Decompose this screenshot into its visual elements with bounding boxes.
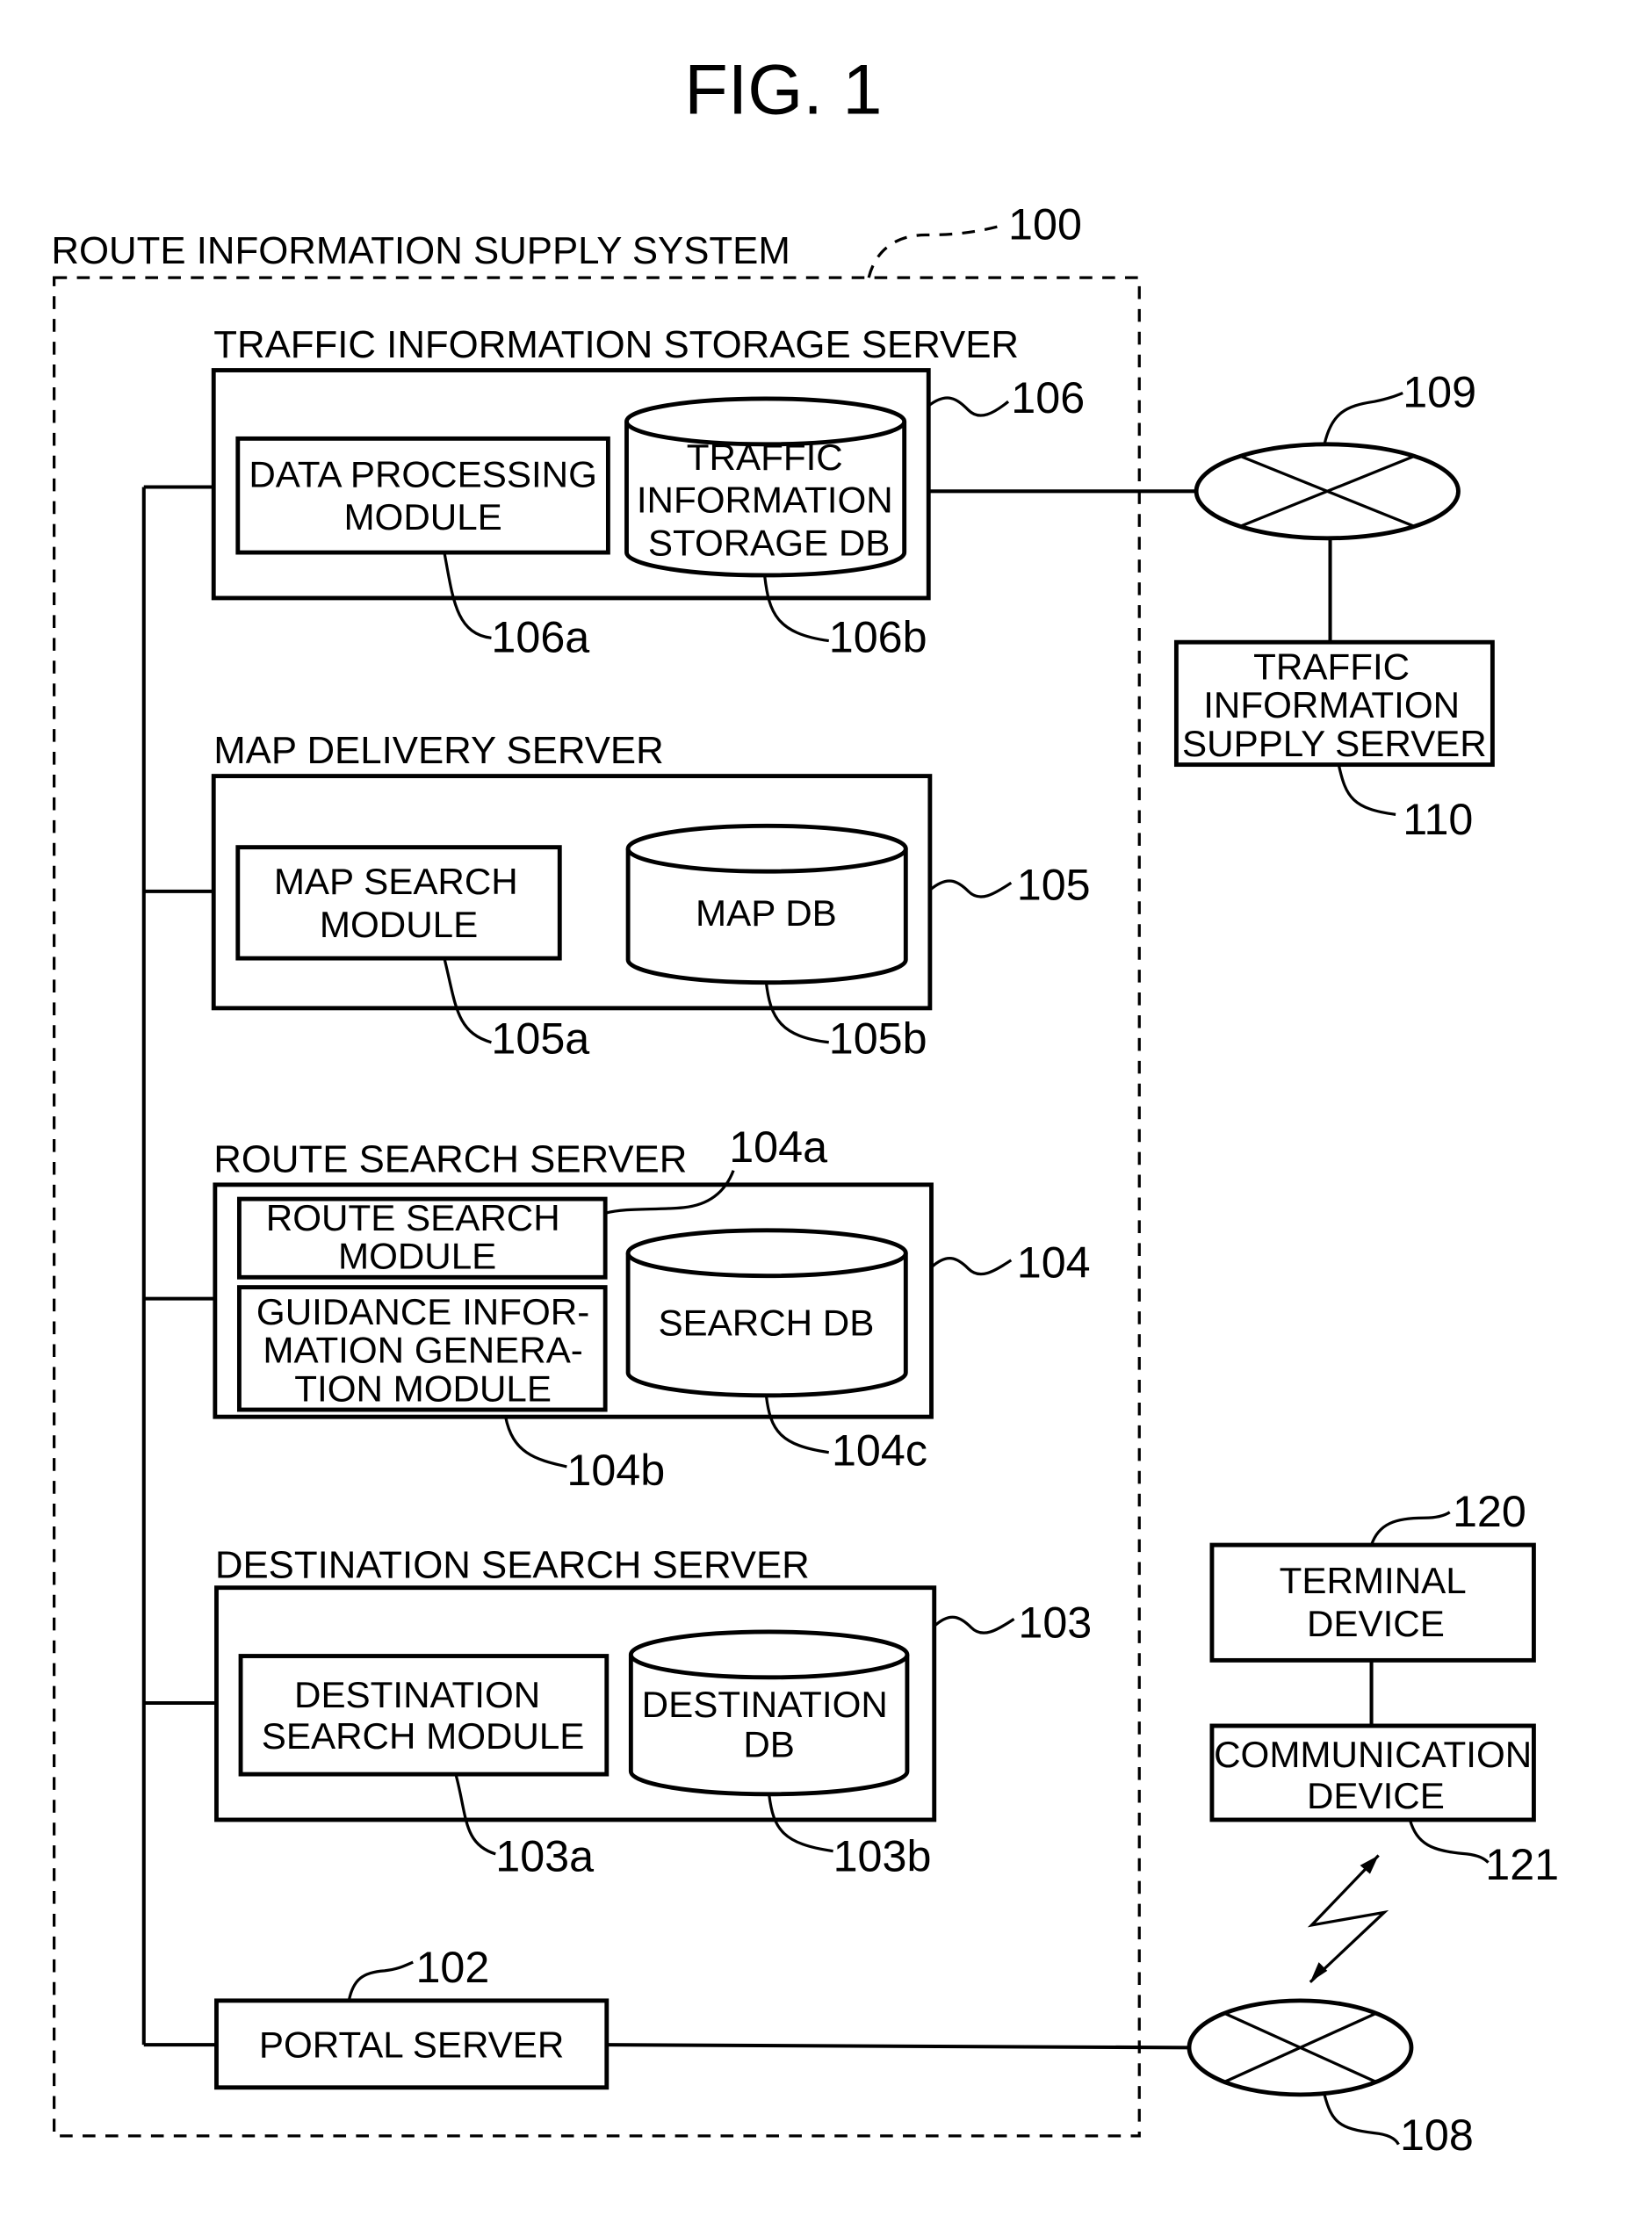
portal-ref: 102 [415, 1943, 489, 1992]
module-ref: 106a [491, 613, 589, 662]
module-ref: 105a [491, 1014, 589, 1064]
network-109: 109 [1194, 368, 1476, 541]
network-108: 108 [1187, 1998, 1474, 2160]
system-ref-leader [867, 223, 1005, 278]
map-db-cylinder: MAP DB [625, 823, 908, 985]
supply-server-ref: 110 [1403, 795, 1473, 844]
svg-text:SEARCH MODULE: SEARCH MODULE [262, 1715, 585, 1757]
traffic-information-storage-db-cylinder: TRAFFIC INFORMATION STORAGE DB [624, 396, 907, 578]
internal-bus [141, 485, 217, 2047]
link-102-108 [606, 2043, 1190, 2050]
server-label: ROUTE SEARCH SERVER [213, 1137, 687, 1180]
svg-text:MATION GENERA-: MATION GENERA- [263, 1330, 582, 1371]
server-ref: 106 [1011, 373, 1085, 422]
svg-text:SUPPLY SERVER: SUPPLY SERVER [1182, 723, 1487, 764]
svg-text:STORAGE DB: STORAGE DB [648, 522, 891, 563]
route-search-server: ROUTE SEARCH SERVER 104a 104 ROUTE SEARC… [213, 1122, 1091, 1495]
svg-text:MODULE: MODULE [343, 496, 501, 538]
svg-text:TRAFFIC: TRAFFIC [687, 437, 843, 478]
system-label: ROUTE INFORMATION SUPPLY SYSTEM [51, 229, 790, 272]
server-ref: 103 [1018, 1598, 1092, 1647]
server-label: DESTINATION SEARCH SERVER [215, 1543, 810, 1586]
svg-text:INFORMATION: INFORMATION [1203, 684, 1460, 725]
svg-text:INFORMATION: INFORMATION [637, 480, 893, 521]
svg-text:MODULE: MODULE [320, 904, 478, 945]
svg-text:ROUTE SEARCH: ROUTE SEARCH [266, 1197, 560, 1238]
svg-text:TRAFFIC: TRAFFIC [1253, 646, 1410, 687]
server-ref: 105 [1017, 861, 1091, 910]
svg-text:MAP SEARCH: MAP SEARCH [274, 861, 518, 902]
svg-text:SEARCH DB: SEARCH DB [658, 1303, 874, 1344]
server-ref: 104 [1017, 1238, 1091, 1287]
svg-text:MODULE: MODULE [338, 1236, 496, 1277]
search-db-cylinder: SEARCH DB [625, 1228, 908, 1398]
svg-text:DESTINATION: DESTINATION [642, 1684, 888, 1725]
svg-text:DATA PROCESSING: DATA PROCESSING [249, 453, 597, 494]
terminal-device: 120 TERMINAL DEVICE [1209, 1487, 1536, 1663]
svg-text:DB: DB [743, 1724, 795, 1765]
server-label: TRAFFIC INFORMATION STORAGE SERVER [213, 323, 1019, 366]
svg-text:DESTINATION: DESTINATION [294, 1674, 540, 1715]
module-ref: 103a [495, 1831, 594, 1880]
network-ref: 108 [1400, 2111, 1474, 2160]
fig1-diagram: FIG. 1 ROUTE INFORMATION SUPPLY SYSTEM 1… [51, 51, 1559, 2160]
terminal-ref: 120 [1453, 1487, 1526, 1536]
traffic-information-supply-server: TRAFFIC INFORMATION SUPPLY SERVER 110 [1173, 639, 1495, 844]
server-label: MAP DELIVERY SERVER [213, 729, 663, 772]
system-ref: 100 [1008, 199, 1082, 249]
destination-db-cylinder: DESTINATION DB [628, 1629, 910, 1797]
svg-text:DEVICE: DEVICE [1307, 1603, 1445, 1644]
portal-label: PORTAL SERVER [259, 2024, 564, 2066]
svg-text:MAP DB: MAP DB [696, 892, 837, 934]
db-ref: 106b [829, 613, 927, 662]
db-ref: 105b [829, 1014, 927, 1064]
destination-search-server: DESTINATION SEARCH SERVER 103 DESTINATIO… [214, 1543, 1092, 1880]
network-ref: 109 [1403, 368, 1476, 417]
figure-title: FIG. 1 [684, 51, 882, 130]
db-ref: 103b [833, 1831, 932, 1880]
svg-text:TION MODULE: TION MODULE [294, 1367, 552, 1409]
db-ref: 104c [832, 1425, 927, 1475]
communication-device: COMMUNICATION DEVICE 121 [1209, 1723, 1559, 1889]
svg-text:COMMUNICATION: COMMUNICATION [1214, 1734, 1532, 1775]
wireless-link-icon [1307, 1854, 1389, 1983]
map-delivery-server: MAP DELIVERY SERVER 105 MAP SEARCH MODUL… [211, 729, 1091, 1064]
communication-ref: 121 [1485, 1840, 1559, 1889]
svg-text:DEVICE: DEVICE [1307, 1775, 1445, 1816]
portal-server: 102 PORTAL SERVER [214, 1943, 610, 2090]
module-b-ref: 104b [566, 1446, 665, 1495]
module-a-ref: 104a [729, 1122, 827, 1172]
svg-text:GUIDANCE INFOR-: GUIDANCE INFOR- [256, 1291, 589, 1332]
svg-text:TERMINAL: TERMINAL [1280, 1560, 1467, 1601]
